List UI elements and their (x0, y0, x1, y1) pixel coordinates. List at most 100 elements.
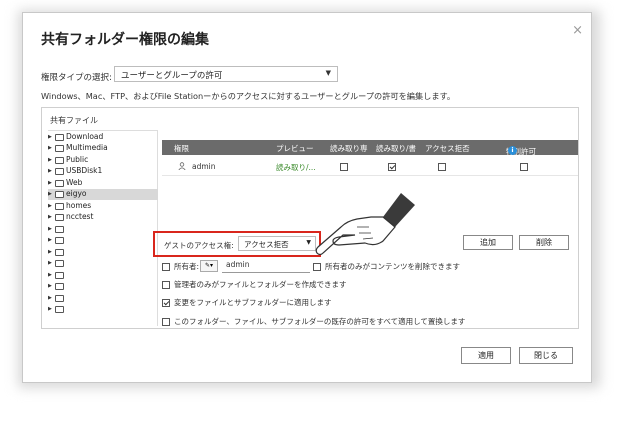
special-checkbox[interactable] (520, 163, 528, 171)
read-only-checkbox[interactable] (340, 163, 348, 171)
owner-delete-option: 所有者のみがコンテンツを削除できます (313, 261, 460, 272)
folder-icon (55, 167, 64, 175)
guest-access-value: アクセス拒否 (244, 240, 289, 249)
remove-button[interactable]: 削除 (519, 235, 569, 250)
owner-option: 所有者: (162, 261, 199, 272)
info-icon[interactable]: i (508, 146, 517, 155)
folder-icon (55, 144, 64, 152)
admin-create-label: 管理者のみがファイルとフォルダーを作成できます (174, 280, 347, 289)
owner-delete-checkbox[interactable] (313, 263, 321, 271)
close-icon[interactable]: × (572, 23, 583, 38)
replace-all-checkbox[interactable] (162, 318, 170, 326)
tree-item[interactable]: ▶ Web (48, 178, 82, 189)
perm-type-select[interactable]: ユーザーとグループの許可 ▼ (114, 66, 338, 82)
pointing-hand-icon (315, 193, 415, 256)
tree-item[interactable]: ▶ ncctest (48, 212, 93, 223)
folder-icon (55, 156, 64, 164)
tree-item[interactable]: ▶ (48, 304, 66, 315)
dialog-title: 共有フォルダー権限の編集 (41, 32, 209, 48)
tree-item-label: USBDisk1 (66, 166, 103, 175)
perm-type-label: 権限タイプの選択: (41, 73, 112, 83)
tree-item-label: homes (66, 201, 92, 210)
tree-item-label: ncctest (66, 212, 94, 221)
row-preview: 読み取り/... (276, 163, 316, 172)
owner-field[interactable]: admin (222, 260, 310, 273)
tree-expander-icon[interactable]: ▶ (48, 180, 55, 186)
deny-checkbox[interactable] (438, 163, 446, 171)
owner-pick-button[interactable]: ✎▾ (200, 260, 218, 272)
folder-icon (55, 248, 64, 256)
tree-item[interactable]: ▶ Public (48, 155, 88, 166)
read-write-checkbox[interactable] (388, 163, 396, 171)
tree-item[interactable]: ▶ (48, 258, 66, 269)
tree-expander-icon[interactable]: ▶ (48, 168, 55, 174)
folder-icon (55, 202, 64, 210)
folder-icon (55, 282, 64, 290)
folder-tree: ▶ Download ▶ Multimedia ▶ Public ▶ USBDisk1 … (48, 130, 158, 326)
tree-expander-icon[interactable]: ▶ (48, 214, 55, 220)
col-preview[interactable]: プレビュー (276, 143, 314, 154)
tree-expander-icon[interactable]: ▶ (48, 191, 55, 197)
tree-item-selected[interactable]: ▶ eigyo (48, 189, 158, 200)
col-deny[interactable]: アクセス拒否 (425, 143, 470, 154)
perm-type-value: ユーザーとグループの許可 (121, 71, 223, 81)
tree-item[interactable]: ▶ Download (48, 132, 103, 143)
tree-item[interactable]: ▶ (48, 270, 66, 281)
guest-access-select[interactable]: アクセス拒否 ▼ (238, 236, 316, 251)
folder-icon (55, 236, 64, 244)
add-button[interactable]: 追加 (463, 235, 513, 250)
tree-item-label: Download (66, 132, 104, 141)
tree-item[interactable]: ▶ USBDisk1 (48, 166, 102, 177)
tree-expander-icon[interactable]: ▶ (48, 203, 55, 209)
owner-delete-label: 所有者のみがコンテンツを削除できます (325, 262, 460, 271)
folder-icon (55, 133, 64, 141)
apply-changes-checkbox[interactable] (162, 299, 170, 307)
folder-icon (55, 294, 64, 302)
tree-expander-icon[interactable]: ▶ (48, 249, 55, 255)
table-row[interactable]: admin 読み取り/... (162, 159, 578, 176)
folder-icon (55, 225, 64, 233)
tree-item[interactable]: ▶ (48, 235, 66, 246)
folder-icon (55, 213, 64, 221)
folder-icon (55, 179, 64, 187)
tree-item-label: Multimedia (66, 143, 108, 152)
tree-expander-icon[interactable]: ▶ (48, 272, 55, 278)
close-button[interactable]: 閉じる (519, 347, 573, 364)
row-user: admin (192, 162, 216, 171)
panel-label: 共有ファイル (50, 116, 98, 125)
tree-expander-icon[interactable]: ▶ (48, 226, 55, 232)
col-read-only[interactable]: 読み取り専 (330, 143, 368, 154)
chevron-down-icon: ▼ (306, 239, 311, 246)
tree-expander-icon[interactable]: ▶ (48, 295, 55, 301)
tree-expander-icon[interactable]: ▶ (48, 260, 55, 266)
tree-item[interactable]: ▶ (48, 224, 66, 235)
replace-all-option: このフォルダー、ファイル、サブフォルダーの既存の許可をすべて適用して置換します (162, 316, 465, 327)
tree-item-label: eigyo (66, 189, 87, 198)
admin-create-checkbox[interactable] (162, 281, 170, 289)
apply-button[interactable]: 適用 (461, 347, 511, 364)
tree-expander-icon[interactable]: ▶ (48, 237, 55, 243)
owner-checkbox[interactable] (162, 263, 170, 271)
col-perm[interactable]: 権限 (174, 143, 189, 154)
tree-expander-icon[interactable]: ▶ (48, 283, 55, 289)
tree-expander-icon[interactable]: ▶ (48, 306, 55, 312)
tree-item[interactable]: ▶ (48, 293, 66, 304)
dialog-description: Windows、Mac、FTP、およびFile Stationーからのアクセスに… (41, 91, 456, 101)
grid-header: 権限 プレビュー 読み取り専 読み取り/書 アクセス拒否 特別許可 i (162, 140, 578, 156)
tree-item[interactable]: ▶ (48, 247, 66, 258)
admin-create-option: 管理者のみがファイルとフォルダーを作成できます (162, 279, 347, 290)
tree-expander-icon[interactable]: ▶ (48, 157, 55, 163)
tree-item[interactable]: ▶ Multimedia (48, 143, 108, 154)
folder-icon (55, 259, 64, 267)
col-read-write[interactable]: 読み取り/書 (376, 143, 416, 154)
tree-item[interactable]: ▶ (48, 281, 66, 292)
tree-item[interactable]: ▶ homes (48, 201, 91, 212)
edit-shared-folder-permission-dialog: 共有フォルダー権限の編集 × 権限タイプの選択: ユーザーとグループの許可 ▼ … (22, 12, 592, 383)
tree-expander-icon[interactable]: ▶ (48, 134, 55, 140)
tree-item-label: Public (66, 155, 89, 164)
tree-item-label: Web (66, 178, 83, 187)
tree-expander-icon[interactable]: ▶ (48, 145, 55, 151)
chevron-down-icon: ▼ (325, 69, 331, 77)
owner-label: 所有者: (174, 262, 200, 271)
folder-icon (55, 305, 64, 313)
